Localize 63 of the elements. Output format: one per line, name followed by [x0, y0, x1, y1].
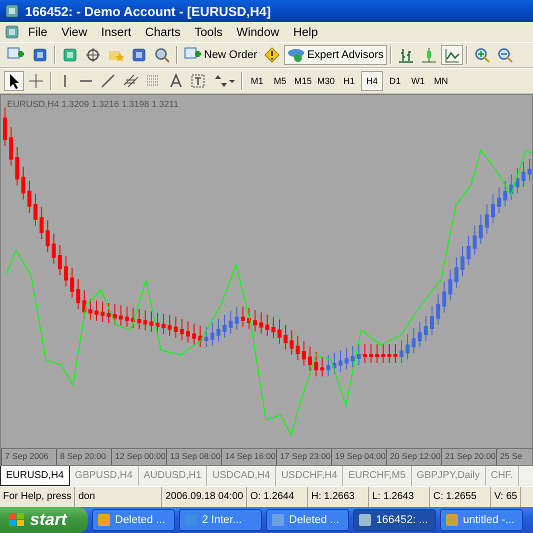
- new-order-button[interactable]: New Order: [181, 45, 260, 65]
- time-label: 25 Se: [496, 449, 533, 465]
- menu-item[interactable]: Help: [287, 25, 324, 39]
- window-title: 166452: - Demo Account - [EURUSD,H4]: [25, 4, 271, 18]
- arrows-icon: [213, 73, 235, 89]
- crosshair-icon: [85, 47, 101, 63]
- taskbar-button[interactable]: Deleted ...: [92, 509, 175, 531]
- start-button[interactable]: start: [0, 507, 88, 533]
- window-icon: [97, 513, 111, 527]
- taskbar-button[interactable]: 166452: ...: [353, 509, 436, 531]
- chart-tab[interactable]: EURUSD,H4: [0, 466, 70, 486]
- vertical-line-icon: [64, 75, 66, 87]
- time-label: 21 Sep 20:00: [441, 449, 496, 465]
- timeframe-button[interactable]: W1: [407, 71, 429, 91]
- menu-item[interactable]: File: [22, 25, 54, 39]
- window-icon: [271, 513, 285, 527]
- text-label-icon: [190, 73, 206, 89]
- line-chart-button[interactable]: [440, 45, 463, 65]
- warning-icon: [264, 47, 280, 63]
- time-label: 12 Sep 00:00: [111, 449, 166, 465]
- menu-item[interactable]: Charts: [139, 25, 186, 39]
- timeframe-button[interactable]: M15: [292, 71, 314, 91]
- time-label: 20 Sep 12:00: [386, 449, 441, 465]
- time-label: 8 Sep 20:00: [56, 449, 111, 465]
- candlestick-icon: [420, 47, 437, 63]
- timeframe-button[interactable]: M30: [315, 71, 337, 91]
- horizontal-line-icon: [80, 80, 92, 82]
- line-chart-icon: [444, 47, 460, 63]
- time-label: 14 Sep 16:00: [221, 449, 276, 465]
- menu-item[interactable]: View: [55, 25, 94, 39]
- timeframe-button[interactable]: H4: [361, 71, 383, 91]
- bar-chart-icon: [398, 47, 414, 63]
- window-icon: [445, 513, 459, 527]
- letter-tool-icon: [169, 73, 183, 89]
- timeframe-button[interactable]: MN: [430, 71, 452, 91]
- expert-advisors-button[interactable]: Expert Advisors: [284, 45, 387, 65]
- diagonal-line-icon: [100, 73, 116, 89]
- timeframe-button[interactable]: H1: [338, 71, 360, 91]
- channel-icon: [123, 73, 139, 89]
- menu-item[interactable]: Insert: [95, 25, 138, 39]
- zoom-out-icon: [496, 47, 513, 63]
- time-label: 13 Sep 08:00: [166, 449, 221, 465]
- cursor-icon: [8, 73, 20, 89]
- taskbar-button[interactable]: 2 Inter...: [179, 509, 262, 531]
- chart-header: EURUSD,H4 1.3209 1.3216 1.3198 1.3211: [7, 99, 178, 109]
- time-label: 19 Sep 04:00: [331, 449, 386, 465]
- magnifier-icon: [154, 47, 170, 63]
- time-label: 7 Sep 2006: [1, 449, 56, 465]
- menu-item[interactable]: Tools: [188, 25, 229, 39]
- crosshair-icon: [28, 73, 44, 89]
- zoom-in-icon: [474, 47, 490, 63]
- app-icon: [4, 24, 20, 40]
- window-icon: [358, 513, 372, 527]
- app-icon: [4, 3, 20, 19]
- timeframe-button[interactable]: M1: [246, 71, 268, 91]
- taskbar-button[interactable]: Deleted ...: [266, 509, 349, 531]
- menu-item[interactable]: Window: [230, 25, 286, 39]
- cursor-button[interactable]: [4, 71, 24, 91]
- timeframe-button[interactable]: M5: [269, 71, 291, 91]
- taskbar-button[interactable]: untitled -...: [440, 509, 523, 531]
- timeframe-button[interactable]: D1: [384, 71, 406, 91]
- time-label: 17 Sep 23:00: [276, 449, 331, 465]
- windows-flag-icon: [8, 512, 26, 528]
